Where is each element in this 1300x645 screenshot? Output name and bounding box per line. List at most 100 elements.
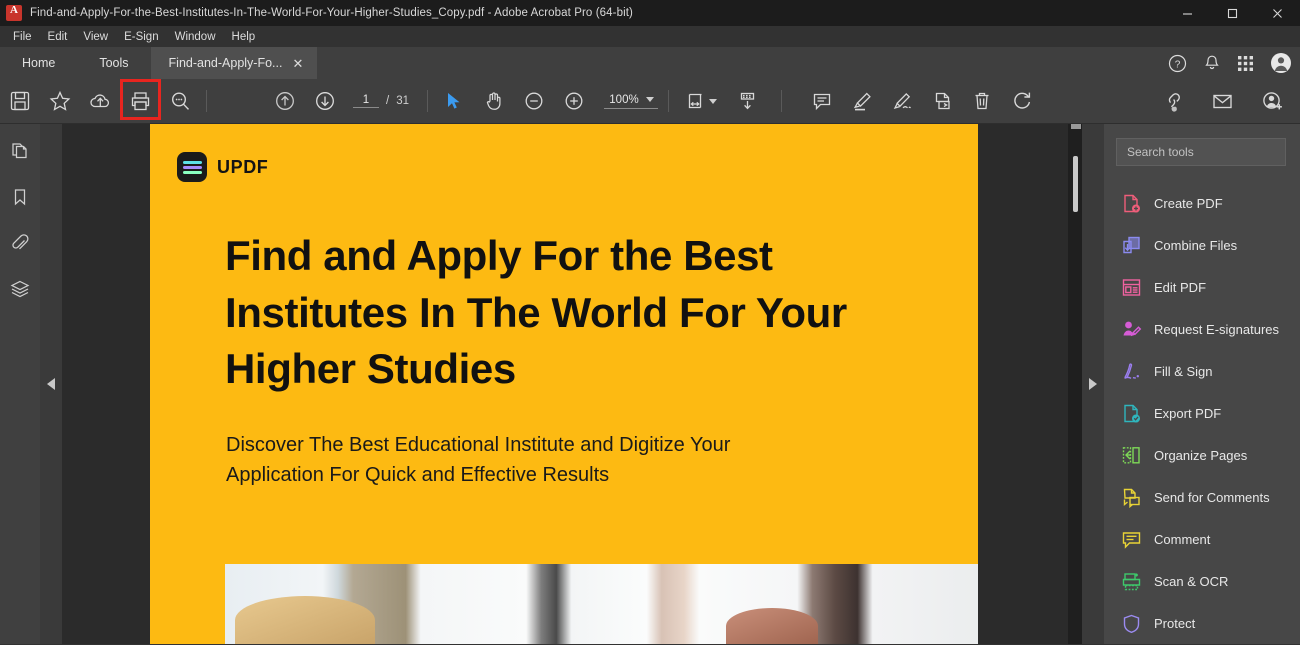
- close-button[interactable]: [1255, 0, 1300, 26]
- menu-help[interactable]: Help: [224, 29, 264, 45]
- send-for-comments-icon: [1120, 486, 1142, 508]
- left-navigation-rail: [0, 124, 40, 644]
- share-link-icon[interactable]: [1152, 79, 1192, 124]
- tool-comment[interactable]: Comment: [1104, 518, 1300, 560]
- scrollbar-top-cap: [1071, 124, 1081, 129]
- sign-icon[interactable]: [882, 79, 922, 124]
- tool-fill-sign[interactable]: Fill & Sign: [1104, 350, 1300, 392]
- tool-protect-label: Protect: [1154, 615, 1196, 631]
- notification-bell-icon[interactable]: [1203, 54, 1221, 72]
- search-tools-input[interactable]: [1127, 145, 1285, 159]
- combine-files-icon: [1120, 234, 1142, 256]
- add-person-icon[interactable]: [1252, 79, 1292, 124]
- tab-close-icon[interactable]: ✕: [292, 57, 303, 70]
- create-pdf-icon: [1120, 192, 1142, 214]
- tool-organize-pages-label: Organize Pages: [1154, 447, 1248, 463]
- tab-bar: Home Tools Find-and-Apply-Fo... ✕ ?: [0, 47, 1300, 79]
- search-icon[interactable]: [160, 79, 200, 124]
- tool-organize-pages[interactable]: Organize Pages: [1104, 434, 1300, 476]
- print-icon[interactable]: [120, 79, 160, 124]
- zoom-in-icon[interactable]: [554, 79, 594, 124]
- document-scrollbar[interactable]: [1068, 124, 1082, 644]
- window-title: Find-and-Apply-For-the-Best-Institutes-I…: [30, 7, 633, 19]
- bookmarks-icon[interactable]: [7, 184, 33, 210]
- tool-send-for-comments-label: Send for Comments: [1154, 489, 1270, 505]
- tab-document[interactable]: Find-and-Apply-Fo... ✕: [150, 47, 318, 79]
- tool-scan-ocr[interactable]: Scan & OCR: [1104, 560, 1300, 602]
- select-cursor-icon[interactable]: [434, 79, 474, 124]
- protect-shield-icon: [1120, 612, 1142, 634]
- tool-create-pdf-label: Create PDF: [1154, 195, 1223, 211]
- zoom-out-icon[interactable]: [514, 79, 554, 124]
- maximize-button[interactable]: [1210, 0, 1255, 26]
- comment-tool-icon: [1120, 528, 1142, 550]
- scroll-mode-icon[interactable]: [727, 79, 767, 124]
- delete-icon[interactable]: [962, 79, 1002, 124]
- tool-edit-pdf[interactable]: Edit PDF: [1104, 266, 1300, 308]
- highlight-icon[interactable]: [842, 79, 882, 124]
- upload-cloud-icon[interactable]: [80, 79, 120, 124]
- tool-export-pdf[interactable]: Export PDF: [1104, 392, 1300, 434]
- request-esignatures-icon: [1120, 318, 1142, 340]
- stamp-icon[interactable]: [922, 79, 962, 124]
- menu-esign[interactable]: E-Sign: [116, 29, 167, 45]
- tool-comment-label: Comment: [1154, 531, 1211, 547]
- tool-scan-ocr-label: Scan & OCR: [1154, 573, 1229, 589]
- pdf-subtitle: Discover The Best Educational Institute …: [226, 434, 731, 487]
- star-icon[interactable]: [40, 79, 80, 124]
- left-panel-collapse-button[interactable]: [40, 124, 62, 644]
- email-icon[interactable]: [1202, 79, 1242, 124]
- previous-page-icon[interactable]: [265, 79, 305, 124]
- help-icon[interactable]: ?: [1168, 54, 1187, 73]
- tools-panel: Create PDF Combine Files Edit PDF: [1104, 124, 1300, 644]
- tab-home[interactable]: Home: [0, 47, 77, 79]
- page-separator: /: [386, 95, 390, 107]
- next-page-icon[interactable]: [305, 79, 345, 124]
- organize-pages-icon: [1120, 444, 1142, 466]
- menu-edit[interactable]: Edit: [40, 29, 76, 45]
- zoom-level-selector[interactable]: 100%: [604, 94, 658, 109]
- main-toolbar: 1 / 31 100%: [0, 79, 1300, 124]
- toolbar-divider-1: [206, 90, 207, 112]
- app-grid-icon[interactable]: [1237, 55, 1254, 72]
- page-navigation: 1 / 31: [353, 94, 409, 108]
- tool-protect[interactable]: Protect: [1104, 602, 1300, 644]
- page-thumbnails-icon[interactable]: [7, 138, 33, 164]
- workspace: UPDF Find and Apply For the Best Institu…: [0, 124, 1300, 644]
- pdf-page-1: UPDF Find and Apply For the Best Institu…: [150, 124, 978, 644]
- comment-icon[interactable]: [802, 79, 842, 124]
- toolbar-divider-2: [427, 90, 428, 112]
- fit-width-chevron-icon[interactable]: [709, 98, 717, 104]
- right-panel-collapse-button[interactable]: [1082, 124, 1104, 644]
- acrobat-app-icon: [6, 4, 22, 21]
- svg-text:?: ?: [1175, 59, 1181, 70]
- scan-ocr-icon: [1120, 570, 1142, 592]
- menu-file[interactable]: File: [5, 29, 40, 45]
- tool-export-pdf-label: Export PDF: [1154, 405, 1222, 421]
- hand-tool-icon[interactable]: [474, 79, 514, 124]
- pdf-heading: Find and Apply For the Best Institutes I…: [225, 232, 847, 393]
- tool-send-for-comments[interactable]: Send for Comments: [1104, 476, 1300, 518]
- toolbar-divider-4: [781, 90, 782, 112]
- tab-bar-right-icons: ?: [1168, 47, 1292, 79]
- attachments-icon[interactable]: [7, 230, 33, 256]
- layers-icon[interactable]: [7, 276, 33, 302]
- tool-create-pdf[interactable]: Create PDF: [1104, 182, 1300, 224]
- updf-logo-text: UPDF: [217, 156, 269, 177]
- user-avatar[interactable]: [1270, 52, 1292, 74]
- tab-tools[interactable]: Tools: [77, 47, 150, 79]
- tool-combine-files[interactable]: Combine Files: [1104, 224, 1300, 266]
- minimize-button[interactable]: [1165, 0, 1210, 26]
- rotate-icon[interactable]: [1002, 79, 1042, 124]
- scrollbar-thumb[interactable]: [1073, 156, 1078, 212]
- search-tools-box[interactable]: [1116, 138, 1286, 166]
- menu-bar: File Edit View E-Sign Window Help: [0, 26, 1300, 47]
- toolbar-divider-3: [668, 90, 669, 112]
- save-icon[interactable]: [0, 79, 40, 124]
- document-viewer[interactable]: UPDF Find and Apply For the Best Institu…: [62, 124, 1082, 644]
- menu-view[interactable]: View: [75, 29, 116, 45]
- edit-pdf-icon: [1120, 276, 1142, 298]
- menu-window[interactable]: Window: [167, 29, 224, 45]
- tool-request-esignatures[interactable]: Request E-signatures: [1104, 308, 1300, 350]
- page-number-input[interactable]: 1: [353, 94, 379, 108]
